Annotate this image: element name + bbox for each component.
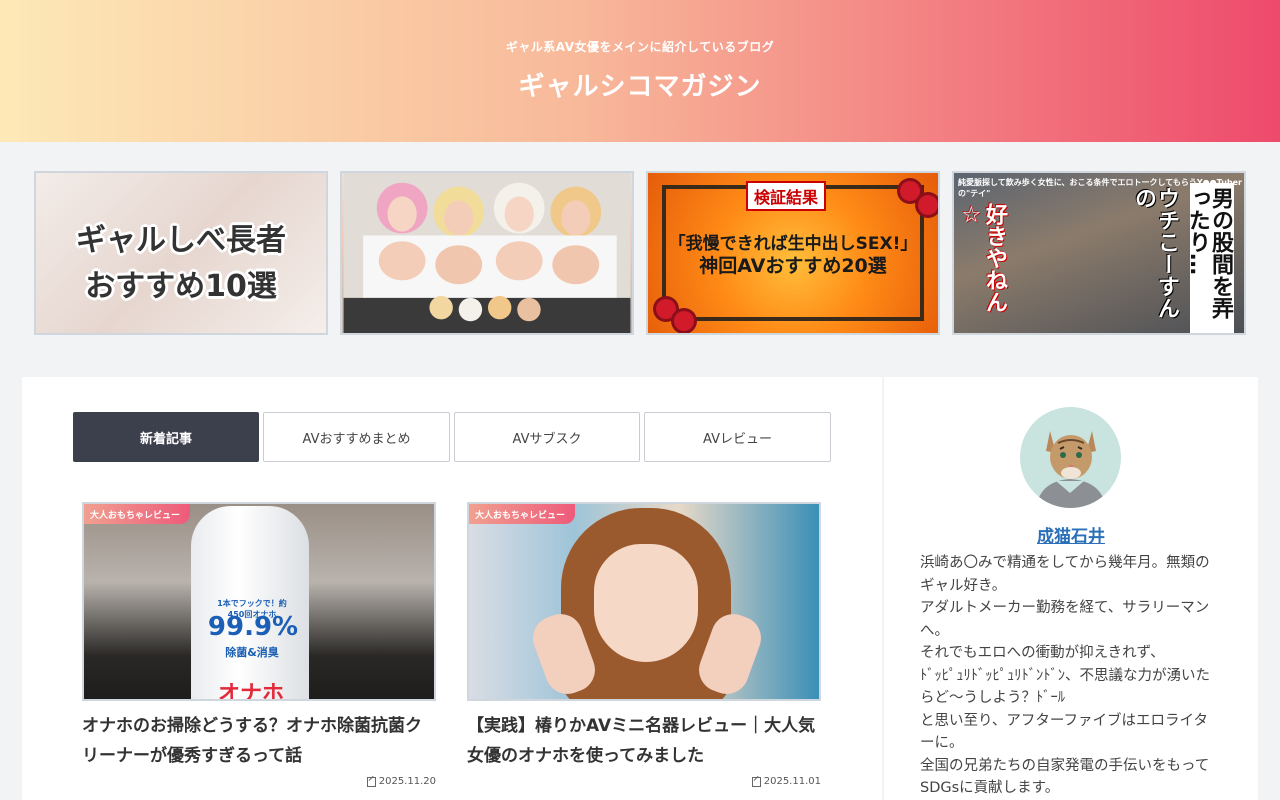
article-date: 2025.11.01	[751, 776, 821, 787]
tab-av-review[interactable]: AVレビュー	[644, 412, 831, 462]
category-badge[interactable]: 大人おもちゃレビュー	[84, 504, 191, 524]
pickup-card-3[interactable]: 検証結果 「我慢できれば生中出しSEX!」 神回AVおすすめ20選	[646, 171, 940, 335]
verification-badge: 検証結果	[746, 181, 827, 211]
author-name-link[interactable]: 成猫石井	[884, 522, 1258, 547]
bottle-label-text: オナホ	[217, 682, 284, 701]
pickup-image-group-photo	[343, 173, 631, 333]
article-date: 2025.11.20	[366, 776, 436, 787]
rose-icon	[674, 311, 694, 331]
pickup-card-title-line2: 神回AVおすすめ20選	[699, 255, 887, 277]
rose-icon	[918, 195, 938, 215]
article-date-text: 2025.11.01	[763, 776, 821, 787]
article-title[interactable]: 【実践】椿りかAVミニ名器レビュー｜大人気女優のオナホを使ってみました	[467, 711, 821, 771]
site-title[interactable]: ギャルシコマガジン	[0, 66, 1280, 103]
author-avatar	[1020, 407, 1121, 508]
rose-icon	[900, 181, 920, 201]
tab-new-articles[interactable]: 新着記事	[73, 412, 259, 462]
pickup-card-2[interactable]	[340, 171, 634, 335]
update-date-icon	[366, 776, 376, 787]
article-card[interactable]: 大人おもちゃレビュー 【実践】椿りかAVミニ名器レビュー｜大人気女優のオナホを使…	[467, 502, 821, 787]
bottle-label-text: 除菌&消臭	[225, 646, 279, 659]
tab-av-subscription[interactable]: AVサブスク	[454, 412, 640, 462]
category-badge[interactable]: 大人おもちゃレビュー	[469, 504, 576, 524]
article-title[interactable]: オナホのお掃除どうする？オナホ除菌抗菌クリーナーが優秀すぎるって話	[82, 711, 436, 771]
rose-icon	[656, 299, 676, 319]
pickup-vertical-text: 男の股間を弄ったり…	[1185, 183, 1234, 333]
pickup-card-title-line1: ギャルしべ長者	[76, 223, 286, 258]
pickup-vertical-text: 好きやねん☆	[958, 203, 1007, 313]
article-thumbnail[interactable]: 1本でフックで！約450回オナホ 99.9% 除菌&消臭 オナホ 大人おもちゃレ…	[82, 502, 436, 701]
article-card[interactable]: 1本でフックで！約450回オナホ 99.9% 除菌&消臭 オナホ 大人おもちゃレ…	[82, 502, 436, 787]
person-face-image	[594, 544, 698, 662]
pickup-card-1[interactable]: ギャルしべ長者 おすすめ10選	[34, 171, 328, 335]
pickup-card-title-line2: おすすめ10選	[85, 269, 277, 304]
site-header: ギャル系AV女優をメインに紹介しているブログ ギャルシコマガジン	[0, 0, 1280, 142]
author-bio: 浜崎あ〇みで精通をしてから幾年月。無類のギャル好き。 アダルトメーカー勤務を経て…	[920, 552, 1214, 800]
author-bio-line: と思い至り、アフターファイブはエロライターに。	[920, 712, 1208, 752]
bottle-label-text: 99.9%	[207, 612, 299, 642]
pickup-card-4[interactable]: 純愛脈探して飲み歩く女性に、おこる条件でエロトークしてもらうY●●Tuberの"…	[952, 171, 1246, 335]
pickup-vertical-text: ウチこーすんの	[1130, 187, 1179, 319]
tab-av-recommend[interactable]: AVおすすめまとめ	[263, 412, 450, 462]
author-bio-line: ﾄﾞｯﾋﾟｭﾘﾄﾞｯﾋﾟｭﾘﾄﾞﾝﾄﾞﾝ、不思議な力が湧いたらど〜うしよう？ﾄﾞ…	[920, 667, 1210, 707]
main-content: 新着記事 AVおすすめまとめ AVサブスク AVレビュー 1本でフックで！約45…	[22, 377, 882, 800]
pickup-carousel: ギャルしべ長者 おすすめ10選 検証結果 「我慢できれば生中出しSEX!」 神回…	[34, 171, 1246, 335]
sidebar-profile: 成猫石井 浜崎あ〇みで精通をしてから幾年月。無類のギャル好き。 アダルトメーカー…	[884, 377, 1258, 800]
article-thumbnail[interactable]: 大人おもちゃレビュー	[467, 502, 821, 701]
author-bio-line: それでもエロへの衝動が抑えきれず、	[920, 645, 1165, 661]
site-tagline: ギャル系AV女優をメインに紹介しているブログ	[505, 40, 775, 54]
cleaner-bottle-image: 1本でフックで！約450回オナホ 99.9% 除菌&消臭 オナホ	[191, 506, 309, 701]
cat-avatar-icon	[1036, 431, 1106, 508]
update-date-icon	[751, 776, 761, 787]
author-bio-line: 浜崎あ〇みで精通をしてから幾年月。無類のギャル好き。	[920, 555, 1210, 594]
article-date-text: 2025.11.20	[378, 776, 436, 787]
author-bio-line: 全国の兄弟たちの自家発電の手伝いをもってSDGsに貢献します。	[920, 757, 1210, 797]
author-bio-line: アダルトメーカー勤務を経て、サラリーマンへ。	[920, 600, 1210, 639]
